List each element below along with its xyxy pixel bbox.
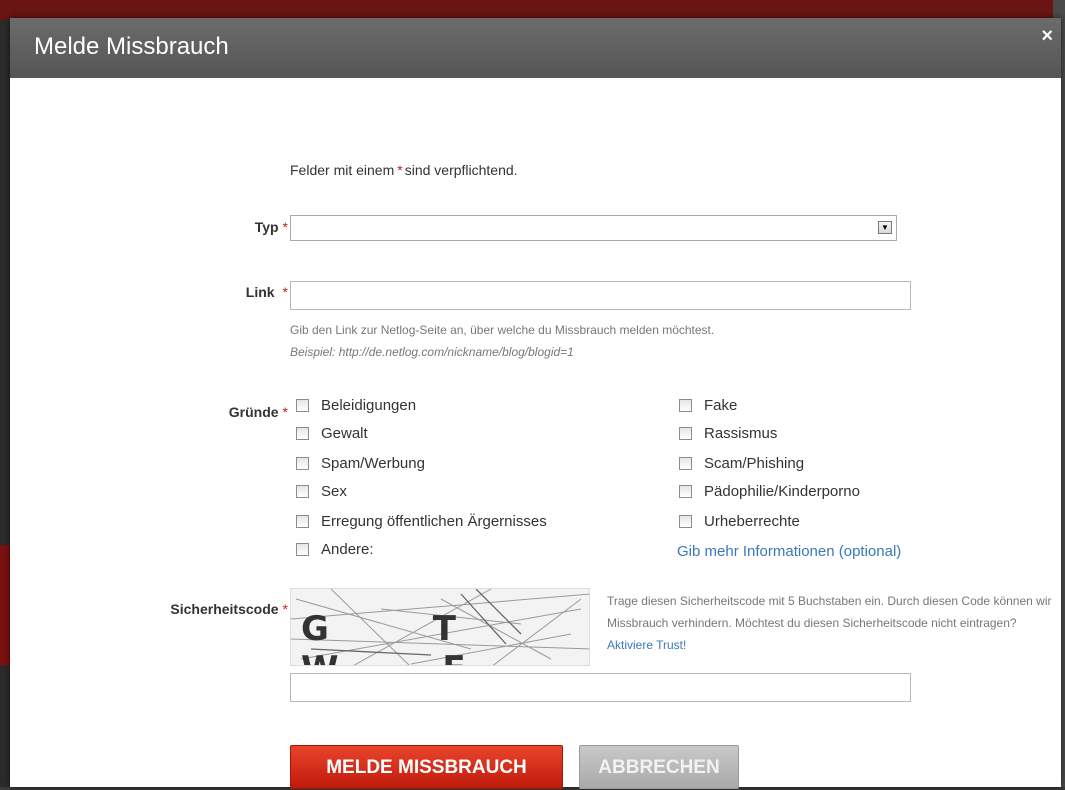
checkbox[interactable] [296,543,309,556]
captcha-input[interactable] [290,673,911,702]
link-example: Beispiel: http://de.netlog.com/nickname/… [290,345,574,359]
checkbox[interactable] [296,485,309,498]
reason-option[interactable]: Rassismus [679,425,777,442]
required-asterisk: * [397,162,403,178]
dialog-body: Felder mit einem * sind verpflichtend. Typ… [10,78,1061,789]
link-input[interactable] [290,281,911,310]
reason-option[interactable]: Urheberrechte [679,513,800,530]
checkbox[interactable] [296,427,309,440]
captcha-image: G T W F [290,588,590,666]
checkbox[interactable] [296,457,309,470]
reason-option[interactable]: Pädophilie/Kinderporno [679,483,860,500]
dialog-header: Melde Missbrauch × [10,18,1061,78]
link-hint: Gib den Link zur Netlog-Seite an, über w… [290,323,715,337]
report-abuse-dialog: Melde Missbrauch × Felder mit einem * sind… [10,18,1061,789]
reason-option[interactable]: Fake [679,397,737,414]
checkbox[interactable] [296,515,309,528]
checkbox[interactable] [679,457,692,470]
required-note: Felder mit einem * sind verpflichtend. [290,162,518,178]
cancel-button[interactable]: ABBRECHEN [579,745,739,789]
close-icon[interactable]: × [1041,26,1053,46]
background-left-accent [0,545,10,665]
captcha-letters: G T W F [301,609,502,665]
reason-option[interactable]: Andere: [296,541,374,558]
reason-option[interactable]: Spam/Werbung [296,455,425,472]
more-info-link[interactable]: Gib mehr Informationen (optional) [677,543,901,560]
checkbox[interactable] [296,399,309,412]
type-select[interactable]: ▼ [290,215,897,241]
background-page [0,0,1065,20]
checkbox[interactable] [679,515,692,528]
reason-option[interactable]: Scam/Phishing [679,455,804,472]
chevron-down-icon[interactable]: ▼ [878,221,892,234]
checkbox[interactable] [679,427,692,440]
checkbox[interactable] [679,485,692,498]
reason-option[interactable]: Sex [296,483,347,500]
reason-option[interactable]: Gewalt [296,425,368,442]
captcha-label: Sicherheitscode * [170,601,288,617]
activate-trust-link[interactable]: Aktiviere Trust! [607,638,686,652]
dialog-title: Melde Missbrauch [34,33,229,60]
reason-option[interactable]: Beleidigungen [296,397,416,414]
link-label: Link * [245,284,288,300]
background-left-edge [0,20,10,787]
reasons-label: Gründe * [228,404,288,420]
checkbox[interactable] [679,399,692,412]
captcha-instructions: Trage diesen Sicherheitscode mit 5 Buchs… [607,594,1052,652]
type-label: Typ * [254,219,288,235]
reason-option[interactable]: Erregung öffentlichen Ärgernisses [296,513,547,530]
report-abuse-button[interactable]: MELDE MISSBRAUCH [290,745,563,789]
